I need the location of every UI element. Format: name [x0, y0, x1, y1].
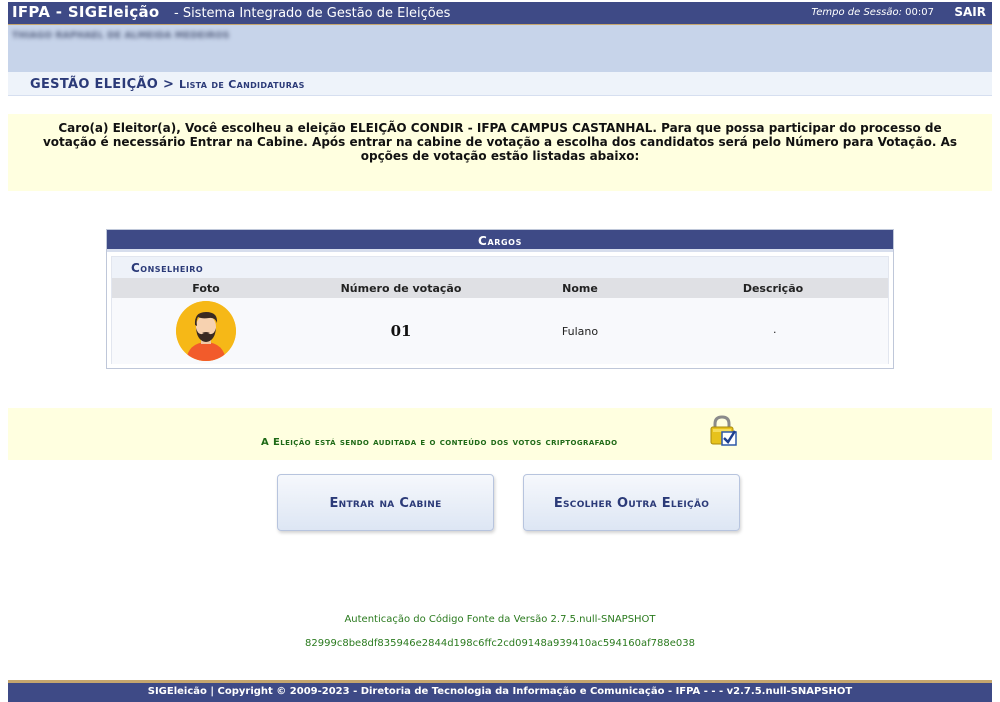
column-descricao: Descrição [742, 282, 804, 295]
exit-link[interactable]: SAIR [954, 5, 986, 19]
audit-text: A Eleição está sendo auditada e o conteú… [261, 437, 618, 448]
audit-notice: A Eleição está sendo auditada e o conteú… [8, 408, 992, 460]
breadcrumb-page: Lista de Candidaturas [179, 78, 305, 91]
footer-copyright: SIGEleicão | Copyright © 2009-2023 - Dir… [147, 686, 853, 697]
user-name: THIAGO RAPHAEL DE ALMEIDA MEDEIROS [12, 31, 230, 41]
table-row: 01 Fulano . [112, 298, 888, 364]
candidate-name: Fulano [561, 325, 599, 338]
choose-other-election-button[interactable]: Escolher Outra Eleição [523, 474, 740, 531]
user-info-band: THIAGO RAPHAEL DE ALMEIDA MEDEIROS [8, 25, 992, 72]
breadcrumb-separator: > [162, 77, 175, 92]
footer-bar: SIGEleicão | Copyright © 2009-2023 - Dir… [8, 680, 992, 702]
cargo-group-title: Conselheiro [112, 257, 888, 278]
breadcrumb: GESTÃO ELEIÇÃO > Lista de Candidaturas [8, 72, 992, 96]
breadcrumb-section: GESTÃO ELEIÇÃO [30, 77, 159, 92]
column-numero: Número de votação [340, 282, 462, 295]
enter-cabin-button[interactable]: Entrar na Cabine [277, 474, 494, 531]
session-timer: Tempo de Sessão: 00:07 [811, 7, 934, 18]
source-auth-text: Autenticação do Código Fonte da Versão 2… [344, 614, 656, 625]
instruction-notice: Caro(a) Eleitor(a), Você escolheu a elei… [8, 114, 992, 191]
app-brand: IFPA - SIGEleição [12, 3, 160, 21]
session-time: 00:07 [905, 7, 934, 18]
session-label: Tempo de Sessão: [811, 7, 902, 18]
column-nome: Nome [562, 282, 598, 295]
top-bar: IFPA - SIGEleição - Sistema Integrado de… [8, 2, 992, 26]
source-hash: 82999c8be8df835946e2844d198c6ffc2cd09148… [305, 638, 695, 649]
table-header: Foto Número de votação Nome Descrição [112, 278, 888, 298]
candidate-number: 01 [390, 322, 412, 340]
column-foto: Foto [192, 282, 220, 295]
page-frame: IFPA - SIGEleição - Sistema Integrado de… [8, 0, 992, 702]
cargo-group: Conselheiro Foto Número de votação Nome … [111, 256, 889, 364]
app-subtitle: - Sistema Integrado de Gestão de Eleiçõe… [174, 6, 451, 21]
user-avatar-icon [176, 301, 236, 361]
cargos-table: Cargos Conselheiro Foto Número de votaçã… [106, 229, 894, 369]
padlock-check-icon [708, 415, 738, 451]
instruction-text: Caro(a) Eleitor(a), Você escolheu a elei… [42, 121, 957, 163]
cargos-title: Cargos [107, 230, 893, 252]
breadcrumb-text: GESTÃO ELEIÇÃO > Lista de Candidaturas [30, 77, 305, 92]
candidate-description: . [773, 323, 777, 336]
